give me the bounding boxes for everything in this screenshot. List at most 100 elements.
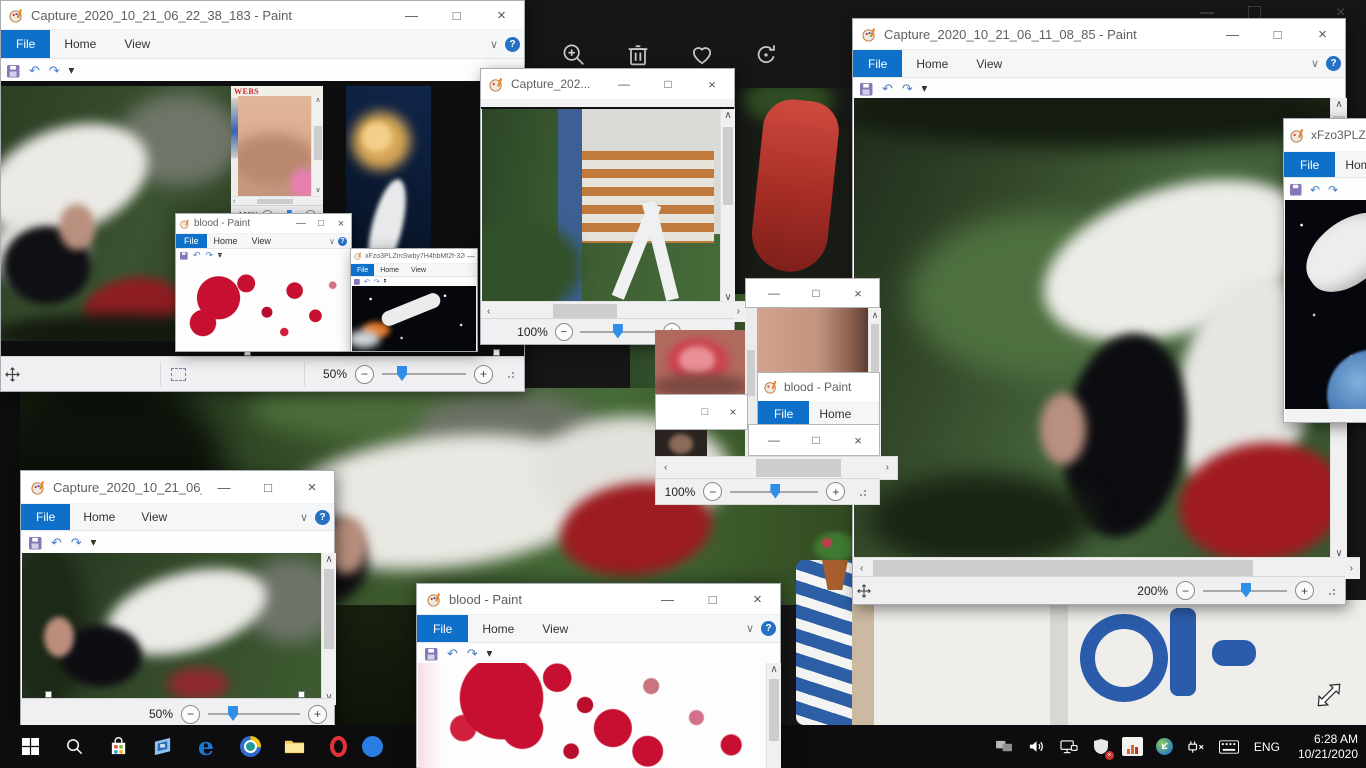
- title-bar[interactable]: blood - Paint: [758, 373, 879, 401]
- title-bar[interactable]: xFzo3PLZn: [1284, 119, 1366, 152]
- help-icon[interactable]: ?: [1326, 56, 1341, 71]
- browser-icon[interactable]: [228, 725, 272, 768]
- undo-icon[interactable]: ↶: [1310, 183, 1320, 197]
- tab-view[interactable]: View: [110, 30, 164, 58]
- redo-icon[interactable]: ↷: [49, 63, 60, 79]
- minimize-button[interactable]: —: [753, 425, 795, 455]
- rotate-icon[interactable]: [752, 41, 780, 69]
- maximize-button[interactable]: □: [311, 214, 331, 233]
- zoom-slider[interactable]: [730, 491, 818, 493]
- minimize-button[interactable]: —: [291, 214, 311, 233]
- clock[interactable]: 6:28 AM 10/21/2020: [1292, 732, 1358, 762]
- tab-file[interactable]: File: [1, 30, 50, 58]
- ribbon-collapse-icon[interactable]: ∨: [300, 511, 308, 524]
- save-icon[interactable]: [354, 279, 360, 285]
- start-button[interactable]: [8, 725, 52, 768]
- zoom-out-button[interactable]: −: [355, 365, 374, 384]
- help-icon[interactable]: ?: [338, 237, 347, 246]
- ribbon-collapse-icon[interactable]: ∨: [490, 38, 498, 51]
- touch-keyboard-icon[interactable]: [1216, 725, 1242, 768]
- canvas[interactable]: [854, 98, 1330, 557]
- save-icon[interactable]: [860, 83, 873, 96]
- canvas[interactable]: [352, 286, 476, 351]
- undo-icon[interactable]: ↶: [29, 63, 40, 79]
- maximize-button[interactable]: □: [691, 395, 719, 429]
- zoom-in-button[interactable]: +: [1295, 581, 1314, 600]
- maximize-button[interactable]: □: [795, 279, 837, 307]
- selection-handle[interactable]: [493, 349, 500, 356]
- power-x-icon[interactable]: [1184, 725, 1210, 768]
- zoom-out-button[interactable]: −: [703, 482, 722, 501]
- zoom-out-button[interactable]: −: [181, 705, 200, 724]
- search-icon[interactable]: [52, 725, 96, 768]
- minimize-button[interactable]: —: [1210, 19, 1255, 49]
- help-icon[interactable]: ?: [315, 510, 330, 525]
- language-indicator[interactable]: ENG: [1248, 740, 1286, 754]
- canvas[interactable]: [22, 553, 321, 701]
- tab-view[interactable]: View: [528, 615, 582, 642]
- minimize-button[interactable]: —: [602, 69, 646, 99]
- help-icon[interactable]: ?: [505, 37, 520, 52]
- vertical-scrollbar[interactable]: ∧ ∨: [720, 109, 735, 305]
- close-button[interactable]: ×: [331, 214, 351, 233]
- zoom-slider[interactable]: [208, 713, 300, 715]
- title-bar[interactable]: Capture_2020_10_21_06_22_38_183 - Paint …: [1, 1, 524, 30]
- tab-view[interactable]: View: [128, 504, 180, 530]
- help-icon[interactable]: ?: [761, 621, 776, 636]
- canvas[interactable]: [418, 663, 766, 768]
- vertical-scrollbar[interactable]: ∧ ∨: [321, 553, 336, 705]
- tab-file[interactable]: File: [1284, 152, 1335, 177]
- maximize-button[interactable]: □: [690, 584, 735, 614]
- close-button[interactable]: ×: [1300, 19, 1345, 49]
- favorite-icon[interactable]: [688, 41, 716, 69]
- minimize-button[interactable]: —: [753, 279, 795, 307]
- tab-home[interactable]: Home: [1335, 152, 1366, 177]
- close-button[interactable]: ×: [290, 471, 334, 503]
- save-icon[interactable]: [180, 252, 188, 260]
- resize-grip[interactable]: [859, 488, 867, 496]
- undo-icon[interactable]: ↶: [51, 535, 62, 551]
- zoom-out-button[interactable]: −: [1176, 581, 1195, 600]
- undo-icon[interactable]: ↶: [364, 278, 370, 286]
- redo-icon[interactable]: ↷: [467, 646, 478, 662]
- title-bar[interactable]: xFzo3PLZmSwby7H4hbMf2f-320-... —: [351, 249, 477, 264]
- redo-icon[interactable]: ↷: [902, 81, 913, 97]
- selection-handle[interactable]: [298, 691, 305, 698]
- title-bar[interactable]: blood - Paint — □ ×: [417, 584, 780, 615]
- tab-file[interactable]: File: [853, 50, 902, 77]
- idm-icon[interactable]: [1152, 725, 1178, 768]
- messenger-icon[interactable]: [360, 725, 384, 768]
- customize-toolbar-icon[interactable]: ▾: [922, 86, 927, 92]
- close-button[interactable]: ×: [735, 584, 780, 614]
- zoom-in-button[interactable]: +: [826, 482, 845, 501]
- resize-grip[interactable]: [507, 370, 515, 378]
- tab-view[interactable]: View: [405, 264, 432, 276]
- title-bar[interactable]: Capture_2020_10_21_06_11_08_85 - Paint —…: [853, 19, 1345, 50]
- tab-home[interactable]: Home: [50, 30, 110, 58]
- redo-icon[interactable]: ↷: [374, 278, 380, 286]
- desktop-icon[interactable]: [992, 725, 1018, 768]
- tab-file[interactable]: File: [21, 504, 70, 530]
- minimize-button[interactable]: —: [202, 471, 246, 503]
- zoom-slider[interactable]: [580, 331, 656, 333]
- save-icon[interactable]: [29, 537, 42, 550]
- store-icon[interactable]: [96, 725, 140, 768]
- ribbon-collapse-icon[interactable]: ∨: [329, 237, 335, 246]
- zoom-slider[interactable]: [1203, 590, 1287, 592]
- customize-toolbar-icon[interactable]: ▾: [487, 651, 492, 657]
- redo-icon[interactable]: ↷: [1328, 183, 1338, 197]
- close-button[interactable]: ×: [837, 425, 879, 455]
- media-app-icon[interactable]: [140, 725, 184, 768]
- tab-file[interactable]: File: [176, 234, 207, 248]
- title-bar[interactable]: blood - Paint — □ ×: [176, 214, 351, 234]
- tab-home[interactable]: Home: [207, 234, 245, 248]
- vertical-scrollbar[interactable]: ∧: [766, 663, 781, 768]
- ribbon-collapse-icon[interactable]: ∨: [1311, 57, 1319, 70]
- save-icon[interactable]: [425, 648, 438, 661]
- minimize-button[interactable]: —: [389, 1, 434, 29]
- horizontal-scrollbar[interactable]: ‹ ›: [655, 456, 898, 480]
- close-button[interactable]: ×: [690, 69, 734, 99]
- maximize-button[interactable]: □: [1255, 19, 1300, 49]
- title-bar[interactable]: Capture_202... — □ ×: [481, 69, 734, 100]
- ribbon-collapse-icon[interactable]: ∨: [746, 622, 754, 635]
